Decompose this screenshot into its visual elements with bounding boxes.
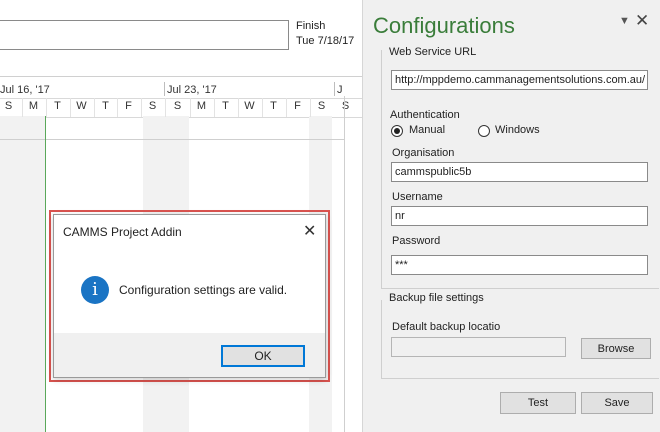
- day-divider: [238, 98, 239, 117]
- timeline-finish-label: Finish: [296, 20, 326, 32]
- day-label: T: [222, 100, 229, 112]
- weekend-column: [23, 116, 46, 432]
- day-label: W: [76, 100, 87, 112]
- timeline-finish-date: Tue 7/18/17: [296, 35, 355, 47]
- day-divider: [165, 98, 166, 117]
- organisation-input[interactable]: cammspublic5b: [391, 162, 648, 182]
- day-label: T: [102, 100, 109, 112]
- web-service-url-input[interactable]: http://mppdemo.cammanagementsolutions.co…: [391, 70, 648, 90]
- week-label-jul-16: Jul 16, '17: [0, 84, 50, 96]
- week-label-next: J: [337, 84, 343, 96]
- weekend-column: [0, 116, 23, 432]
- day-label: S: [173, 100, 182, 112]
- save-button[interactable]: Save: [581, 392, 653, 414]
- day-divider: [94, 98, 95, 117]
- timeline-divider: [0, 76, 362, 77]
- dialog-title: CAMMS Project Addin: [63, 225, 182, 239]
- day-divider: [214, 98, 215, 117]
- info-icon: i: [81, 276, 109, 304]
- day-divider: [310, 98, 311, 117]
- current-date-line: [45, 116, 46, 432]
- test-button[interactable]: Test: [500, 392, 576, 414]
- organisation-label: Organisation: [390, 147, 457, 159]
- backup-location-label: Default backup locatio: [390, 321, 503, 333]
- backup-settings-label: Backup file settings: [387, 292, 486, 304]
- gantt-row-line: [0, 139, 344, 140]
- day-divider: [262, 98, 263, 117]
- day-label: T: [54, 100, 61, 112]
- password-input[interactable]: ***: [391, 255, 648, 275]
- pane-title: Configurations: [373, 13, 515, 38]
- day-label: S: [341, 100, 350, 112]
- day-label: T: [270, 100, 277, 112]
- radio-selected-dot: [394, 128, 400, 134]
- caret-down-icon[interactable]: ▼: [619, 15, 630, 27]
- web-service-url-label: Web Service URL: [387, 46, 479, 58]
- close-icon[interactable]: ✕: [635, 11, 649, 31]
- day-label: M: [28, 100, 39, 112]
- browse-button[interactable]: Browse: [581, 338, 651, 359]
- day-divider: [22, 98, 23, 117]
- timeline-bar[interactable]: [0, 20, 289, 50]
- day-divider: [117, 98, 118, 117]
- day-divider: [141, 98, 142, 117]
- username-label: Username: [390, 191, 445, 203]
- auth-windows-radio[interactable]: [478, 125, 490, 137]
- auth-windows-label[interactable]: Windows: [495, 124, 540, 136]
- authentication-label: Authentication: [388, 109, 462, 121]
- day-divider: [190, 98, 191, 117]
- auth-manual-label[interactable]: Manual: [409, 124, 445, 136]
- day-label: S: [4, 100, 13, 112]
- week-divider: [164, 82, 165, 96]
- week-label-jul-23: Jul 23, '17: [167, 84, 217, 96]
- day-label: F: [125, 100, 132, 112]
- ok-button[interactable]: OK: [221, 345, 305, 367]
- day-label: W: [244, 100, 255, 112]
- day-label: F: [294, 100, 301, 112]
- auth-manual-radio[interactable]: [391, 125, 403, 137]
- close-icon[interactable]: ✕: [303, 221, 316, 241]
- day-divider: [70, 98, 71, 117]
- week-divider: [334, 82, 335, 96]
- day-label: M: [196, 100, 207, 112]
- gantt-grid-edge: [344, 96, 345, 432]
- day-label: S: [317, 100, 326, 112]
- dialog-message: Configuration settings are valid.: [119, 283, 288, 297]
- username-input[interactable]: nr: [391, 206, 648, 226]
- day-divider: [46, 98, 47, 117]
- backup-location-input[interactable]: [391, 337, 566, 357]
- password-label: Password: [390, 235, 443, 247]
- day-label: S: [148, 100, 157, 112]
- day-divider: [286, 98, 287, 117]
